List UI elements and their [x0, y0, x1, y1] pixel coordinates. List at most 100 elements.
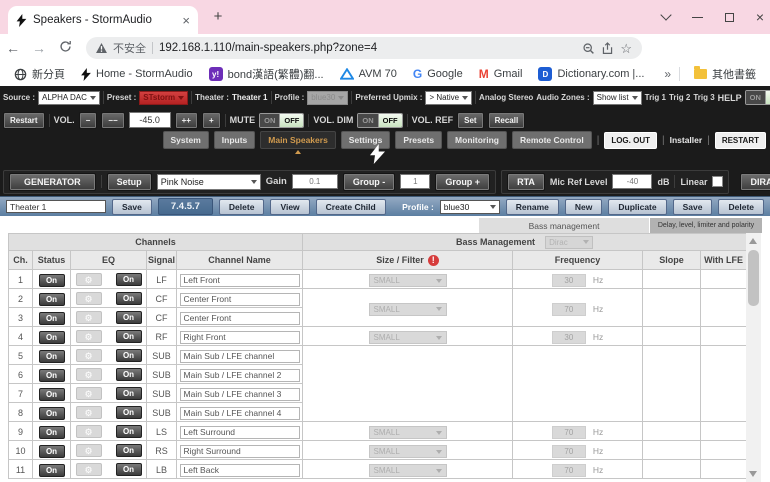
url-field[interactable]: 不安全 192.168.1.110/main-speakers.php?zone… — [86, 37, 642, 59]
bookmark-item[interactable]: GGoogle — [407, 65, 469, 83]
mic-ref-input[interactable] — [612, 174, 652, 189]
help-label[interactable]: HELP — [718, 93, 742, 103]
profile-duplicate-button[interactable]: Duplicate — [608, 199, 666, 215]
vol-plus-fast-button[interactable]: ++ — [175, 112, 198, 129]
tab-bass-management[interactable]: Bass management — [479, 218, 649, 233]
volume-input[interactable] — [129, 112, 171, 128]
bookmark-item[interactable]: DDictionary.com |... — [532, 65, 650, 83]
eq-gear-icon[interactable]: ⚙ — [76, 444, 102, 457]
status-on-button[interactable]: On — [39, 464, 65, 477]
mute-off-button[interactable]: OFF — [279, 114, 303, 127]
help-off-button[interactable]: OFF — [765, 91, 770, 104]
profile-bar-select[interactable]: blue30 — [440, 200, 500, 214]
eq-gear-icon[interactable]: ⚙ — [76, 330, 102, 343]
forward-icon[interactable]: → — [26, 40, 52, 56]
security-warning-icon[interactable] — [96, 43, 107, 53]
size-filter-select[interactable]: SMALL — [369, 464, 447, 477]
scrollbar-down-icon[interactable] — [749, 471, 757, 477]
create-child-button[interactable]: Create Child — [316, 199, 386, 215]
channel-name-input[interactable] — [180, 464, 300, 477]
channel-name-input[interactable] — [180, 407, 300, 420]
eq-on-button[interactable]: On — [116, 349, 142, 362]
new-tab-button[interactable]: + — [208, 8, 228, 25]
vol-minus-fast-button[interactable]: −− — [101, 112, 124, 129]
theater-name-input[interactable] — [6, 200, 106, 213]
eq-on-button[interactable]: On — [116, 273, 142, 286]
size-filter-select[interactable]: SMALL — [369, 426, 447, 439]
profile-new-button[interactable]: New — [565, 199, 602, 215]
channel-name-input[interactable] — [180, 426, 300, 439]
eq-gear-icon[interactable]: ⚙ — [76, 292, 102, 305]
channel-name-input[interactable] — [180, 369, 300, 382]
nav-tab-inputs[interactable]: Inputs — [214, 131, 256, 149]
browser-tab[interactable]: Speakers - StormAudio × — [8, 6, 198, 34]
eq-on-button[interactable]: On — [116, 368, 142, 381]
eq-gear-icon[interactable]: ⚙ — [76, 311, 102, 324]
size-filter-select[interactable]: SMALL — [369, 331, 447, 344]
reload-icon[interactable] — [52, 40, 78, 56]
dim-on-button[interactable]: ON — [358, 114, 377, 127]
table-scrollbar[interactable] — [746, 233, 761, 482]
eq-on-button[interactable]: On — [116, 311, 142, 324]
bass-mode-select[interactable]: Dirac — [545, 236, 593, 249]
nav-tab-system[interactable]: System — [163, 131, 209, 149]
installer-label[interactable]: Installer — [670, 135, 703, 145]
trig1-button[interactable]: Trig 1 — [645, 93, 666, 102]
logout-button[interactable]: LOG. OUT — [604, 132, 657, 149]
eq-on-button[interactable]: On — [116, 406, 142, 419]
status-on-button[interactable]: On — [39, 388, 65, 401]
channel-name-input[interactable] — [180, 350, 300, 363]
nav-tab-remote-control[interactable]: Remote Control — [512, 131, 592, 149]
status-on-button[interactable]: On — [39, 331, 65, 344]
eq-on-button[interactable]: On — [116, 292, 142, 305]
bookmarks-overflow-icon[interactable]: » — [664, 67, 671, 81]
group-minus-button[interactable]: Group - — [343, 173, 396, 191]
eq-gear-icon[interactable]: ⚙ — [76, 387, 102, 400]
scrollbar-up-icon[interactable] — [749, 238, 757, 244]
audio-zones-select[interactable]: Show list — [593, 91, 642, 105]
profile-rename-button[interactable]: Rename — [506, 199, 559, 215]
zoom-icon[interactable] — [582, 42, 595, 55]
preset-select[interactable]: STstorm — [139, 91, 188, 105]
channel-name-input[interactable] — [180, 274, 300, 287]
eq-on-button[interactable]: On — [116, 330, 142, 343]
eq-on-button[interactable]: On — [116, 444, 142, 457]
analog-stereo-label[interactable]: Analog Stereo — [479, 93, 533, 102]
status-on-button[interactable]: On — [39, 274, 65, 287]
status-on-button[interactable]: On — [39, 445, 65, 458]
status-on-button[interactable]: On — [39, 293, 65, 306]
status-on-button[interactable]: On — [39, 426, 65, 439]
dim-off-button[interactable]: OFF — [378, 114, 402, 127]
eq-gear-icon[interactable]: ⚙ — [76, 349, 102, 362]
nav-tab-main-speakers[interactable]: Main Speakers — [260, 131, 336, 149]
eq-on-button[interactable]: On — [116, 463, 142, 476]
tab-close-icon[interactable]: × — [182, 13, 190, 28]
bookmark-item[interactable]: Home - StormAudio — [75, 66, 199, 83]
profile-save-button[interactable]: Save — [673, 199, 713, 215]
frequency-input[interactable] — [552, 274, 586, 287]
url-text[interactable]: 192.168.1.110/main-speakers.php?zone=4 — [159, 42, 576, 54]
theater-save-button[interactable]: Save — [112, 199, 152, 215]
group-input[interactable] — [400, 174, 430, 189]
vol-plus-button[interactable]: + — [202, 112, 221, 129]
bookmark-item[interactable]: MGmail — [473, 65, 529, 83]
bookmark-item[interactable]: y!bond漢語(繁體)翻... — [203, 64, 330, 84]
tab-delay-level-limiter-polarity[interactable]: Delay, level, limiter and polarity — [650, 218, 762, 233]
eq-on-button[interactable]: On — [116, 387, 142, 400]
channel-name-input[interactable] — [180, 388, 300, 401]
channel-name-input[interactable] — [180, 312, 300, 325]
size-filter-select[interactable]: SMALL — [369, 445, 447, 458]
nav-tab-monitoring[interactable]: Monitoring — [447, 131, 507, 149]
status-on-button[interactable]: On — [39, 350, 65, 363]
theater-delete-button[interactable]: Delete — [219, 199, 265, 215]
profile-select[interactable]: blue30 — [307, 91, 348, 105]
dirac-button[interactable]: DIRAC — [740, 173, 770, 191]
help-on-button[interactable]: ON — [746, 91, 765, 104]
maximize-icon[interactable] — [725, 13, 734, 22]
bookmark-item[interactable]: 新分頁 — [8, 64, 71, 84]
frequency-input[interactable] — [552, 303, 586, 316]
frequency-input[interactable] — [552, 464, 586, 477]
rta-button[interactable]: RTA — [507, 173, 545, 191]
vol-ref-set-button[interactable]: Set — [457, 112, 483, 129]
back-icon[interactable]: ← — [0, 40, 26, 56]
